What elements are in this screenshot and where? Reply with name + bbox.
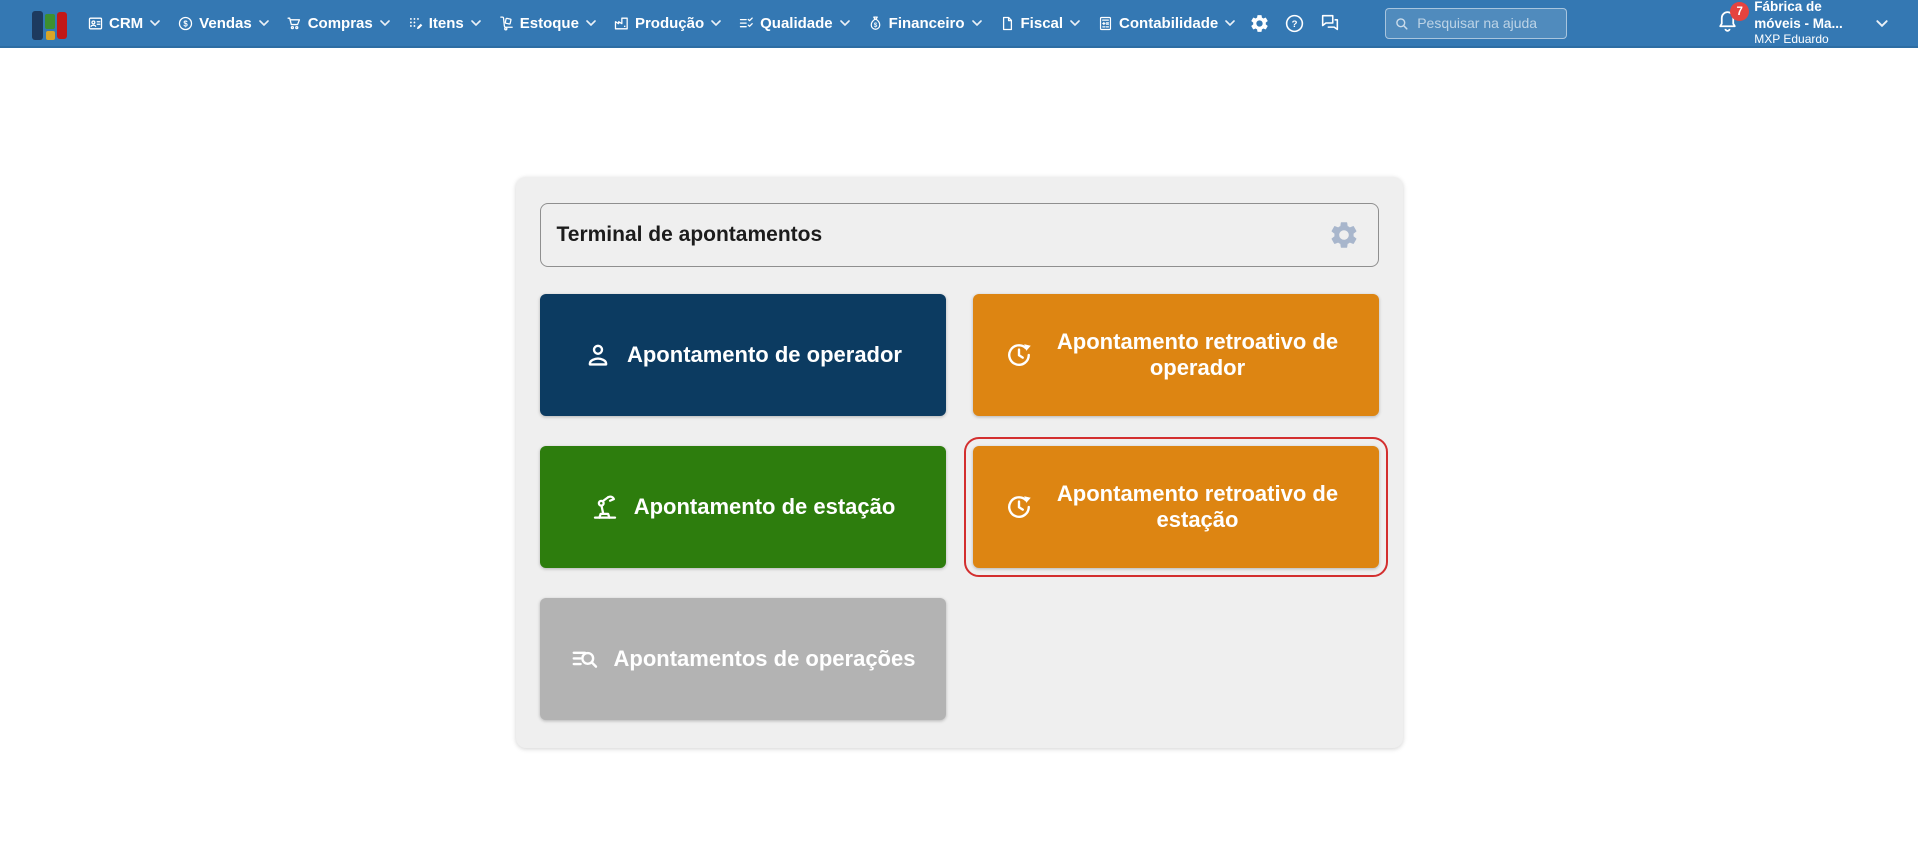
menu-label: Contabilidade <box>1119 15 1218 32</box>
menu-label: Financeiro <box>889 15 965 32</box>
chevron-down-icon <box>150 20 160 26</box>
apontamentos-de-operacoes-button[interactable]: Apontamentos de operações <box>540 598 946 720</box>
person-icon <box>583 340 613 370</box>
menu-itens[interactable]: Itens <box>407 15 481 32</box>
tile-label: Apontamento de operador <box>627 342 902 368</box>
tile-label: Apontamentos de operações <box>614 646 916 672</box>
menu-label: Compras <box>308 15 373 32</box>
document-icon <box>999 15 1016 32</box>
menu-qualidade[interactable]: Qualidade <box>738 15 850 32</box>
crm-icon <box>87 15 104 32</box>
robot-arm-icon <box>590 492 620 522</box>
menu-label: Fiscal <box>1021 15 1064 32</box>
main-content: Terminal de apontamentos Apontamento de … <box>0 177 1918 748</box>
list-search-icon <box>570 644 600 674</box>
apontamento-de-estacao-button[interactable]: Apontamento de estação <box>540 446 946 568</box>
menu-label: CRM <box>109 15 143 32</box>
stock-icon <box>498 15 515 32</box>
chat-button[interactable] <box>1319 12 1341 34</box>
terminal-apontamentos-card: Terminal de apontamentos Apontamento de … <box>516 177 1403 748</box>
panel-settings-button[interactable] <box>1328 219 1360 251</box>
factory-icon <box>613 15 630 32</box>
gear-icon <box>1328 219 1360 251</box>
company-name: Fábrica de móveis - Ma... <box>1754 0 1866 32</box>
notification-count-badge: 7 <box>1730 2 1749 21</box>
chevron-down-icon <box>380 20 390 26</box>
sales-icon: $ <box>177 15 194 32</box>
history-icon <box>1004 492 1034 522</box>
items-icon <box>407 15 424 32</box>
menu-contabilidade[interactable]: Contabilidade <box>1097 15 1235 32</box>
settings-button[interactable] <box>1249 13 1270 34</box>
cart-icon <box>286 15 303 32</box>
user-menu[interactable]: Fábrica de móveis - Ma... MXP Eduardo <box>1754 0 1888 47</box>
chevron-down-icon <box>259 20 269 26</box>
action-tiles-grid: Apontamento de operador Apontamento retr… <box>540 294 1379 720</box>
logo-block-blue <box>32 11 43 40</box>
svg-text:?: ? <box>1292 19 1298 30</box>
menu-label: Vendas <box>199 15 252 32</box>
menu-financeiro[interactable]: $ Financeiro <box>867 15 982 32</box>
chat-icon <box>1319 12 1341 34</box>
menu-label: Itens <box>429 15 464 32</box>
logo-block-green <box>45 14 55 29</box>
logo-block-yellow <box>46 31 55 40</box>
chevron-down-icon <box>586 20 596 26</box>
user-name: MXP Eduardo <box>1754 32 1866 47</box>
svg-text:$: $ <box>184 19 189 28</box>
menu-producao[interactable]: Produção <box>613 15 721 32</box>
tile-label: Apontamento retroativo de operador <box>1048 329 1348 381</box>
chevron-down-icon <box>711 20 721 26</box>
menu-crm[interactable]: CRM <box>87 15 160 32</box>
menu-fiscal[interactable]: Fiscal <box>999 15 1081 32</box>
panel-title: Terminal de apontamentos <box>557 223 823 247</box>
help-search-input[interactable] <box>1385 8 1567 39</box>
panel-header: Terminal de apontamentos <box>540 203 1379 267</box>
app-logo[interactable] <box>32 6 67 40</box>
apontamento-retroativo-de-operador-button[interactable]: Apontamento retroativo de operador <box>973 294 1379 416</box>
logo-block-red <box>57 12 67 39</box>
notifications-button[interactable]: 7 <box>1715 8 1740 38</box>
menu-label: Estoque <box>520 15 579 32</box>
help-icon: ? <box>1284 13 1305 34</box>
menu-label: Qualidade <box>760 15 833 32</box>
gear-icon <box>1249 13 1270 34</box>
menu-estoque[interactable]: Estoque <box>498 15 596 32</box>
help-button[interactable]: ? <box>1284 13 1305 34</box>
chevron-down-icon <box>471 20 481 26</box>
checklist-icon <box>738 15 755 32</box>
calculator-icon <box>1097 15 1114 32</box>
chevron-down-icon <box>972 20 982 26</box>
history-icon <box>1004 340 1034 370</box>
tile-label: Apontamento retroativo de estação <box>1048 481 1348 533</box>
apontamento-de-operador-button[interactable]: Apontamento de operador <box>540 294 946 416</box>
chevron-down-icon <box>1876 20 1888 27</box>
apontamento-retroativo-de-estacao-button[interactable]: Apontamento retroativo de estação <box>973 446 1379 568</box>
top-navigation-bar: CRM $ Vendas Compras Itens Estoque Produ… <box>0 0 1918 48</box>
search-icon <box>1393 15 1410 32</box>
svg-text:$: $ <box>873 23 877 29</box>
menu-label: Produção <box>635 15 704 32</box>
chevron-down-icon <box>1225 20 1235 26</box>
help-search <box>1385 8 1567 39</box>
tile-label: Apontamento de estação <box>634 494 896 520</box>
menu-compras[interactable]: Compras <box>286 15 390 32</box>
chevron-down-icon <box>840 20 850 26</box>
main-menu: CRM $ Vendas Compras Itens Estoque Produ… <box>87 15 1235 32</box>
moneybag-icon: $ <box>867 15 884 32</box>
chevron-down-icon <box>1070 20 1080 26</box>
menu-vendas[interactable]: $ Vendas <box>177 15 269 32</box>
